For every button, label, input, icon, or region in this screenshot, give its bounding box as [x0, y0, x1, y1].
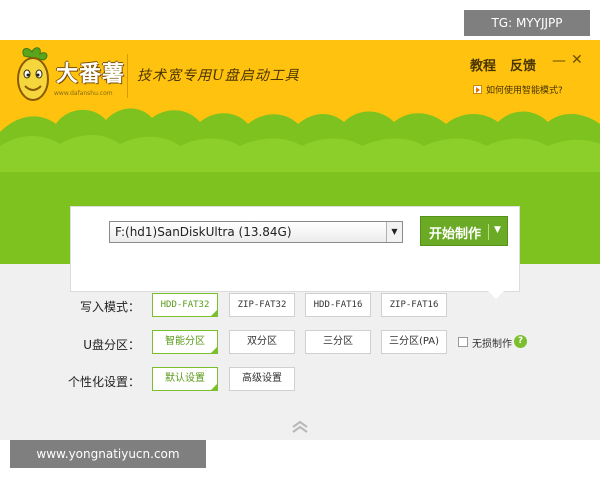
logo-text: 大番薯	[56, 61, 126, 87]
partition-dual[interactable]: 双分区	[229, 330, 295, 354]
help-link[interactable]: 如何使用智能模式?	[473, 83, 563, 96]
logo-url: www.dafanshu.com	[54, 90, 113, 97]
logo-divider	[127, 54, 128, 98]
write-mode-hdd-fat16[interactable]: HDD-FAT16	[305, 293, 371, 317]
nav-tutorial[interactable]: 教程	[470, 55, 496, 74]
minimize-button[interactable]: —	[552, 53, 566, 69]
watermark-top: TG: MYYJJPP	[464, 10, 590, 36]
lossless-label: 无损制作	[472, 339, 512, 350]
nav-feedback[interactable]: 反馈	[510, 55, 536, 74]
slogan: 技术宽专用U盘启动工具	[137, 68, 300, 84]
chevron-down-icon[interactable]: ▼	[386, 222, 402, 242]
start-button-label: 开始制作	[429, 227, 482, 242]
play-icon	[473, 85, 482, 94]
start-options-arrow[interactable]: ▼	[494, 225, 501, 235]
lossless-checkbox[interactable]	[458, 337, 468, 347]
partition-smart[interactable]: 智能分区	[152, 330, 218, 354]
drive-panel: F:(hd1)SanDiskUltra (13.84G) ▼ 开始制作 ▼	[70, 206, 520, 292]
personalize-default[interactable]: 默认设置	[152, 367, 218, 391]
start-button[interactable]: 开始制作 ▼	[420, 216, 508, 246]
personalize-advanced[interactable]: 高级设置	[229, 367, 295, 391]
partition-label: U盘分区：	[83, 338, 140, 352]
screenshot-stage: TG: MYYJJPP 大番薯 www.dafanshu.com 技术宽专用U盘…	[0, 0, 600, 480]
drive-select-value: F:(hd1)SanDiskUltra (13.84G)	[115, 225, 292, 239]
help-link-label: 如何使用智能模式?	[486, 86, 563, 96]
partition-triple-pa[interactable]: 三分区(PA)	[381, 330, 447, 354]
sweet-potato-mascot-icon	[17, 47, 49, 101]
question-icon[interactable]: ?	[514, 335, 527, 348]
write-mode-zip-fat32[interactable]: ZIP-FAT32	[229, 293, 295, 317]
watermark-bottom: www.yongnatiyucn.com	[10, 440, 206, 468]
double-chevron-up-icon[interactable]	[290, 420, 310, 434]
start-button-divider	[488, 224, 489, 240]
close-button[interactable]: ✕	[571, 52, 583, 68]
panel-pointer	[488, 291, 504, 299]
personalize-label: 个性化设置：	[67, 375, 140, 389]
write-mode-zip-fat16[interactable]: ZIP-FAT16	[381, 293, 447, 317]
partition-triple[interactable]: 三分区	[305, 330, 371, 354]
drive-select[interactable]: F:(hd1)SanDiskUltra (13.84G) ▼	[109, 221, 403, 243]
cloud-decoration	[0, 108, 600, 172]
write-mode-label: 写入模式：	[79, 300, 140, 314]
write-mode-hdd-fat32[interactable]: HDD-FAT32	[152, 293, 218, 317]
